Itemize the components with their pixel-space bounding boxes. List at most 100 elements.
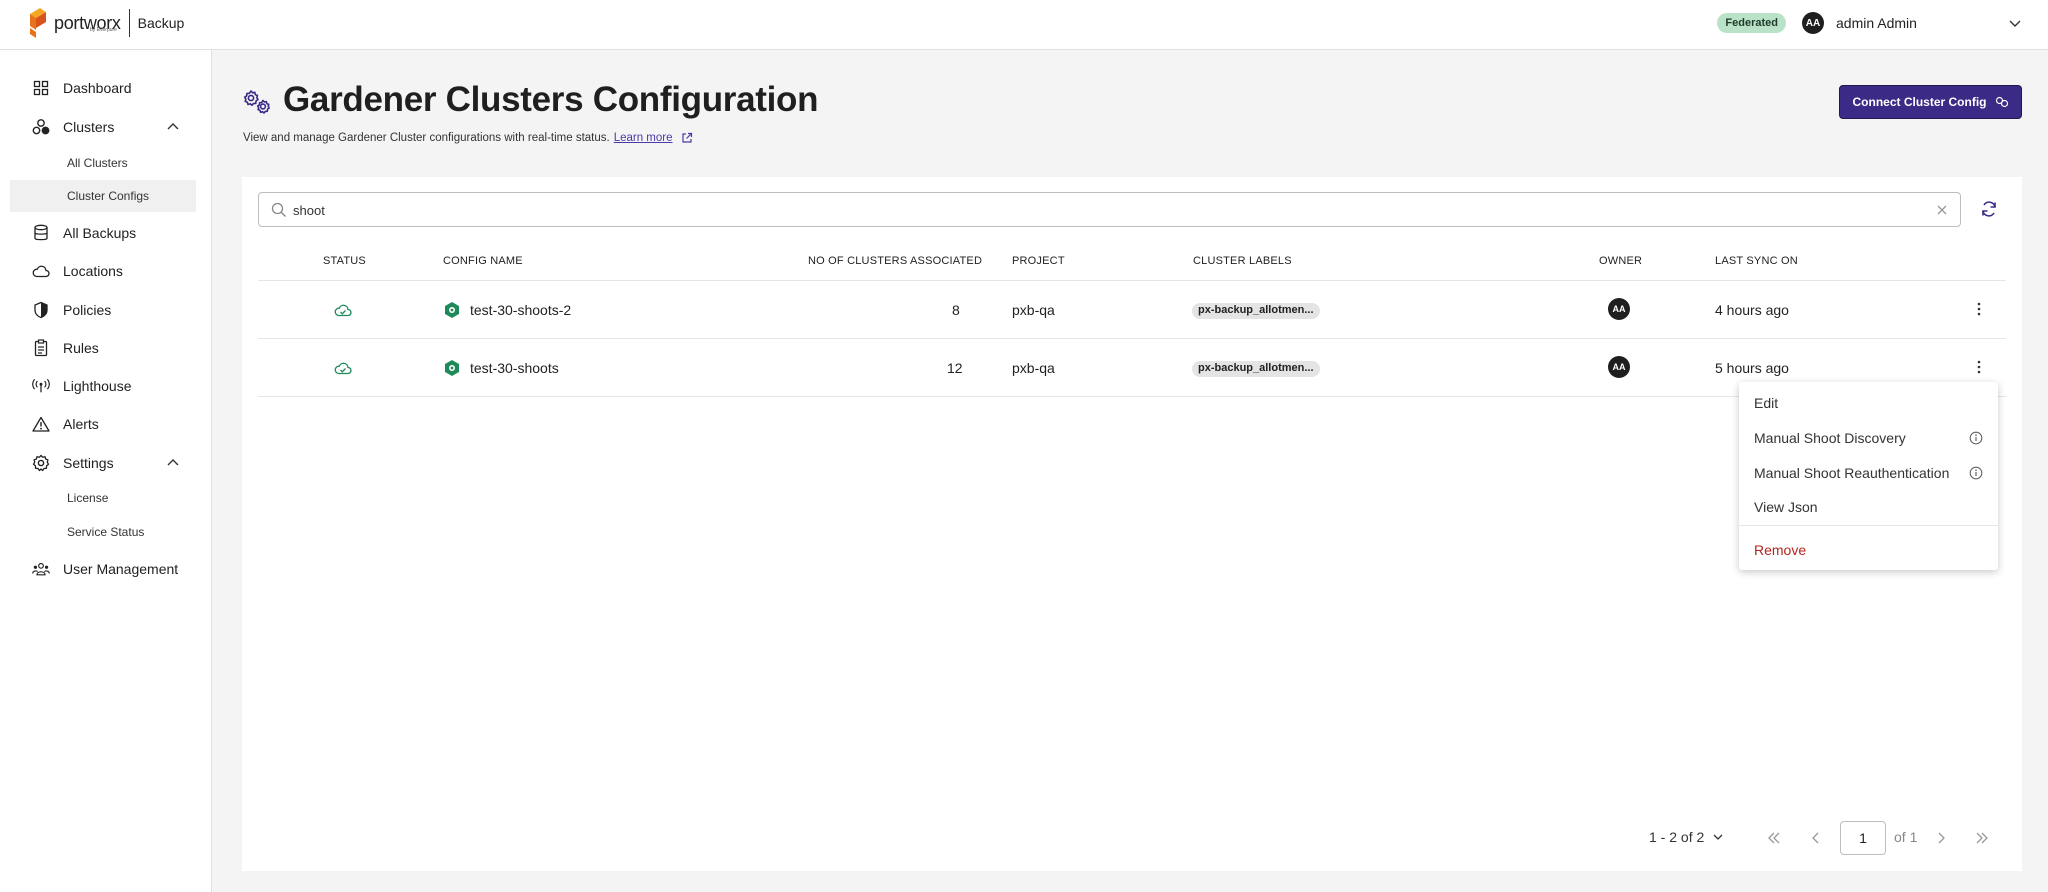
search-icon (271, 202, 286, 217)
gardener-cluster-icon (445, 302, 459, 318)
sidebar-item-dashboard[interactable]: Dashboard (0, 72, 212, 104)
sidebar-subitem-label: License (67, 491, 109, 505)
project-name: pxb-qa (1012, 302, 1055, 318)
menu-item-manual-shoot-discovery[interactable]: Manual Shoot Discovery (1739, 423, 1998, 453)
clusters-icon (32, 118, 50, 136)
brand-byline: by Everpure (90, 27, 117, 33)
more-vertical-icon[interactable] (1972, 301, 1986, 317)
search-input[interactable] (293, 199, 1893, 221)
sidebar-subitem-label: Service Status (67, 525, 145, 539)
warning-icon (32, 415, 50, 433)
portworx-logo[interactable]: portworx by Everpure Backup (28, 7, 184, 39)
sidebar-subitem-cluster-configs[interactable]: Cluster Configs (10, 180, 196, 212)
federated-badge: Federated (1717, 13, 1786, 33)
user-name[interactable]: admin Admin (1836, 15, 2008, 31)
sidebar-subitem-all-clusters[interactable]: All Clusters (10, 147, 196, 179)
menu-divider (1739, 525, 1998, 526)
sidebar-item-label: Settings (63, 455, 114, 471)
page-title: Gardener Clusters Configuration (283, 80, 819, 119)
page-subtitle-text: View and manage Gardener Cluster configu… (243, 132, 610, 144)
sidebar-item-label: Dashboard (63, 80, 132, 96)
menu-item-manual-shoot-reauthentication[interactable]: Manual Shoot Reauthentication (1739, 458, 1998, 488)
cluster-label-chip[interactable]: px-backup_allotmen... (1192, 303, 1320, 319)
clipboard-icon (32, 339, 50, 357)
cloud-icon (32, 262, 50, 280)
chevron-down-icon[interactable] (2008, 16, 2022, 30)
dashboard-grid-icon (32, 79, 50, 97)
previous-page-icon[interactable] (1808, 830, 1824, 846)
gear-icon (32, 454, 50, 472)
connect-cluster-config-button[interactable]: Connect Cluster Config (1839, 85, 2022, 119)
portworx-logo-mark-icon (30, 8, 46, 38)
column-header-owner[interactable]: OWNER (1599, 255, 1642, 267)
page-range-selector[interactable]: 1 - 2 of 2 (1649, 829, 1724, 845)
column-header-last-sync[interactable]: LAST SYNC ON (1715, 255, 1798, 267)
page-number-input[interactable] (1840, 821, 1886, 855)
clusters-count: 12 (947, 360, 963, 376)
learn-more-link[interactable]: Learn more (614, 132, 673, 144)
sidebar-item-label: All Backups (63, 225, 137, 241)
info-icon[interactable] (1969, 431, 1983, 445)
more-vertical-icon[interactable] (1972, 359, 1986, 375)
chevron-up-icon[interactable] (166, 456, 180, 470)
clusters-count: 8 (952, 302, 960, 318)
gears-icon (243, 90, 270, 114)
sidebar-item-rules[interactable]: Rules (0, 332, 212, 364)
sidebar-item-locations[interactable]: Locations (0, 255, 212, 287)
sidebar-item-label: User Management (63, 561, 179, 577)
shield-icon (32, 301, 50, 319)
page-range-text: 1 - 2 of 2 (1649, 829, 1705, 845)
config-name[interactable]: test-30-shoots (470, 360, 559, 376)
menu-item-label: Remove (1754, 542, 1807, 558)
chevron-down-icon (1713, 834, 1723, 840)
info-icon[interactable] (1969, 466, 1983, 480)
menu-item-edit[interactable]: Edit (1739, 388, 1998, 418)
sidebar-subitem-label: All Clusters (67, 156, 128, 170)
users-icon (32, 560, 50, 578)
sidebar-item-clusters[interactable]: Clusters (0, 111, 212, 143)
last-page-icon[interactable] (1974, 830, 1990, 846)
config-name[interactable]: test-30-shoots-2 (470, 302, 571, 318)
close-icon[interactable] (1934, 202, 1950, 218)
chevron-up-icon[interactable] (166, 120, 180, 134)
sidebar-item-label: Lighthouse (63, 378, 132, 394)
search-field[interactable] (258, 192, 1961, 227)
column-header-cluster-labels[interactable]: CLUSTER LABELS (1193, 255, 1292, 267)
project-name: pxb-qa (1012, 360, 1055, 376)
column-header-project[interactable]: PROJECT (1012, 255, 1065, 267)
column-header-status[interactable]: STATUS (323, 255, 366, 267)
sidebar-item-user-management[interactable]: User Management (0, 553, 212, 585)
menu-item-view-json[interactable]: View Json (1739, 492, 1998, 522)
column-header-config-name[interactable]: CONFIG NAME (443, 255, 523, 267)
table-header-divider (258, 280, 2006, 281)
page-total: of 1 (1894, 829, 1918, 845)
column-header-clusters-associated[interactable]: NO OF CLUSTERS ASSOCIATED (808, 255, 982, 267)
next-page-icon[interactable] (1933, 830, 1949, 846)
sidebar-item-label: Policies (63, 302, 112, 318)
sidebar-item-policies[interactable]: Policies (0, 294, 212, 326)
cluster-label-chip[interactable]: px-backup_allotmen... (1192, 361, 1320, 377)
menu-item-remove[interactable]: Remove (1739, 535, 1998, 565)
menu-item-label: View Json (1754, 499, 1818, 515)
sidebar-subitem-service-status[interactable]: Service Status (10, 516, 196, 548)
menu-item-label: Manual Shoot Discovery (1754, 430, 1906, 446)
user-avatar[interactable]: AA (1802, 12, 1824, 34)
owner-avatar: AA (1608, 356, 1630, 378)
top-bar: portworx by Everpure Backup Federated AA… (0, 0, 2048, 50)
app-name: Backup (137, 15, 185, 31)
refresh-icon[interactable] (1979, 199, 1999, 219)
menu-item-label: Edit (1754, 395, 1779, 411)
sidebar-item-lighthouse[interactable]: Lighthouse (0, 370, 212, 402)
sidebar-item-alerts[interactable]: Alerts (0, 408, 212, 440)
sidebar-item-all-backups[interactable]: All Backups (0, 217, 212, 249)
sidebar-item-settings[interactable]: Settings (0, 447, 212, 479)
external-link-icon[interactable] (681, 132, 693, 144)
cloud-check-icon (334, 362, 352, 375)
sidebar-item-label: Rules (63, 340, 99, 356)
sidebar-subitem-license[interactable]: License (10, 482, 196, 514)
sidebar-item-label: Locations (63, 263, 123, 279)
first-page-icon[interactable] (1766, 830, 1782, 846)
sidebar-item-label: Clusters (63, 119, 115, 135)
link-icon (1995, 96, 2008, 108)
last-sync-time: 5 hours ago (1715, 360, 1789, 376)
